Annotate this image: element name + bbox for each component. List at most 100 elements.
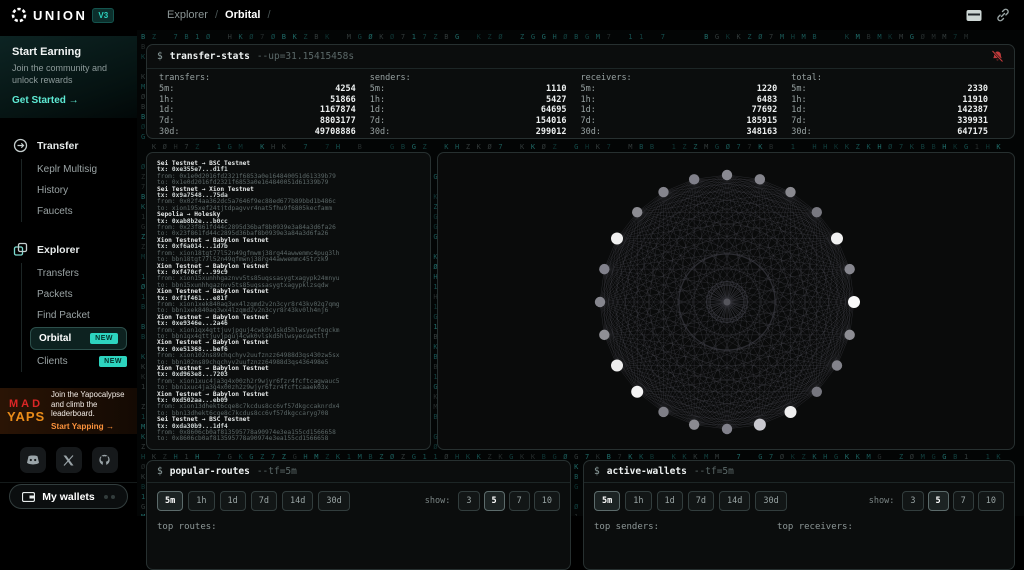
transaction-entry[interactable]: Xion Testnet → Babylon Testnettx: 0xe513…: [157, 340, 420, 366]
orbital-graph-panel[interactable]: [437, 152, 1015, 450]
github-button[interactable]: [92, 447, 118, 473]
transaction-entry[interactable]: Sei Testnet → BSC Testnettx: 0xda30b9...…: [157, 417, 420, 443]
routes-show-5[interactable]: 5: [484, 491, 505, 511]
orbital-chain-node-22[interactable]: [658, 187, 668, 197]
wallets-show-3[interactable]: 3: [902, 491, 923, 511]
orbital-chain-node-5[interactable]: [844, 264, 854, 274]
routes-timeframe-7d[interactable]: 7d: [251, 491, 277, 511]
wallets-timeframe-7d[interactable]: 7d: [688, 491, 714, 511]
transaction-entry[interactable]: Xion Testnet → Babylon Testnettx: 0xf6a0…: [157, 238, 420, 264]
wallets-timeframe-1h[interactable]: 1h: [625, 491, 651, 511]
sidebar-item-find-packet[interactable]: Find Packet: [22, 305, 137, 326]
wallet-icon[interactable]: [966, 9, 982, 22]
wallets-show-5[interactable]: 5: [928, 491, 949, 511]
orbital-chain-node-7[interactable]: [844, 330, 854, 340]
wallets-show-10[interactable]: 10: [978, 491, 1004, 511]
sidebar-item-packets[interactable]: Packets: [22, 284, 137, 305]
orbital-chain-node-19[interactable]: [599, 264, 609, 274]
transaction-entry[interactable]: Sepolia → Holeskytx: 0xab8b2e...b0ccfrom…: [157, 212, 420, 238]
routes-show-7[interactable]: 7: [509, 491, 530, 511]
breadcrumb-separator: /: [215, 9, 218, 21]
sidebar-item-clients[interactable]: ClientsNEW: [22, 351, 137, 372]
routes-timeframe-1h[interactable]: 1h: [188, 491, 214, 511]
orbital-chain-node-9[interactable]: [812, 387, 822, 397]
orbital-chain-node-16[interactable]: [611, 360, 623, 372]
orbital-network-graph[interactable]: [438, 153, 1014, 449]
link-icon[interactable]: [996, 8, 1010, 22]
sidebar-item-label: Find Packet: [37, 310, 90, 321]
stats-timeframe: 1d:: [791, 105, 806, 116]
nav-section-header-transfer[interactable]: Transfer: [0, 132, 137, 159]
orbital-chain-node-17[interactable]: [599, 330, 609, 340]
breadcrumb-orbital[interactable]: Orbital: [225, 9, 260, 21]
x-twitter-button[interactable]: [56, 447, 82, 473]
orbital-chain-node-13[interactable]: [689, 419, 699, 429]
stats-timeframe: 1d:: [159, 105, 174, 116]
stats-row: 1h:6483: [581, 95, 778, 106]
sidebar-item-keplr-multisig[interactable]: Keplr Multisig: [22, 159, 137, 180]
orbital-chain-node-3[interactable]: [812, 207, 822, 217]
orbital-chain-node-12[interactable]: [722, 424, 732, 434]
stats-timeframe: 5m:: [581, 84, 596, 95]
sidebar-item-faucets[interactable]: Faucets: [22, 201, 137, 222]
orbital-chain-node-4[interactable]: [831, 233, 843, 245]
mad-yaps-banner[interactable]: MAD YAPS Join the Yapocalypse and climb …: [0, 388, 137, 434]
transaction-entry[interactable]: Sei Testnet → Xion Testnettx: 0x9a7548..…: [157, 187, 420, 213]
wallets-timeframe-30d[interactable]: 30d: [755, 491, 786, 511]
routes-timeframe-5m[interactable]: 5m: [157, 491, 183, 511]
stats-command: transfer-stats: [170, 51, 250, 62]
orbital-chain-node-1[interactable]: [755, 174, 765, 184]
union-logo-icon: [10, 6, 28, 24]
stats-value: 142387: [957, 105, 988, 116]
transaction-entry[interactable]: Sei Testnet → BSC Testnettx: 0xe355e7...…: [157, 161, 420, 187]
notifications-muted-icon[interactable]: [991, 50, 1004, 63]
orbital-chain-node-21[interactable]: [632, 207, 642, 217]
wallets-timeframe-1d[interactable]: 1d: [657, 491, 683, 511]
breadcrumb-explorer[interactable]: Explorer: [167, 9, 208, 21]
routes-show-10[interactable]: 10: [534, 491, 560, 511]
wallets-timeframe-5m[interactable]: 5m: [594, 491, 620, 511]
orbital-chain-node-14[interactable]: [658, 407, 668, 417]
start-yapping-link[interactable]: Start Yapping →: [51, 422, 130, 432]
orbital-hub-node[interactable]: [724, 299, 731, 306]
get-started-link[interactable]: Get Started →: [12, 95, 125, 106]
orbital-chain-node-0[interactable]: [722, 170, 732, 180]
orbital-chain-node-10[interactable]: [785, 406, 797, 418]
routes-timeframe-1d[interactable]: 1d: [220, 491, 246, 511]
orbital-chain-node-11[interactable]: [754, 419, 766, 431]
top-bar: UNION V3 Explorer / Orbital /: [0, 0, 1024, 30]
routes-timeframe-30d[interactable]: 30d: [318, 491, 349, 511]
orbital-chain-node-23[interactable]: [689, 174, 699, 184]
orbital-chain-node-2[interactable]: [785, 187, 795, 197]
x-twitter-icon: [63, 455, 74, 466]
wallets-show-7[interactable]: 7: [953, 491, 974, 511]
sidebar-item-transfers[interactable]: Transfers: [22, 263, 137, 284]
top-routes-label: top routes:: [157, 522, 217, 532]
union-logo[interactable]: UNION V3: [0, 6, 137, 24]
orbital-chain-node-18[interactable]: [595, 297, 605, 307]
discord-button[interactable]: [20, 447, 46, 473]
nav-section-header-explorer[interactable]: Explorer: [0, 236, 137, 263]
stats-row: 30d:49708886: [159, 127, 356, 138]
routes-timeframe-14d[interactable]: 14d: [282, 491, 313, 511]
orbital-chain-node-8[interactable]: [832, 360, 842, 370]
transactions-list[interactable]: Sei Testnet → BSC Testnettx: 0xe355e7...…: [147, 153, 430, 450]
transaction-entry[interactable]: Xion Testnet → Babylon Testnettx: 0xe934…: [157, 315, 420, 341]
orbital-chain-node-20[interactable]: [611, 233, 623, 245]
sidebar-item-history[interactable]: History: [22, 180, 137, 201]
transaction-entry[interactable]: Xion Testnet → Babylon Testnettx: 0xf1f4…: [157, 289, 420, 315]
wallets-timeframe-14d[interactable]: 14d: [719, 491, 750, 511]
sidebar-item-orbital[interactable]: OrbitalNEW: [30, 327, 127, 350]
wallet-small-icon: [22, 492, 35, 502]
orbital-chain-node-6[interactable]: [848, 296, 860, 308]
stats-row: 7d:154016: [370, 116, 567, 127]
stats-value: 49708886: [315, 127, 356, 138]
routes-show-3[interactable]: 3: [458, 491, 479, 511]
transaction-entry[interactable]: Xion Testnet → Babylon Testnettx: 0xd963…: [157, 366, 420, 392]
discord-icon: [26, 455, 40, 466]
transaction-entry[interactable]: Xion Testnet → Babylon Testnettx: 0xf470…: [157, 264, 420, 290]
transaction-entry[interactable]: Xion Testnet → Babylon Testnettx: 0xd502…: [157, 392, 420, 418]
stats-group-label: senders:: [370, 73, 411, 84]
my-wallets-button[interactable]: My wallets: [9, 484, 128, 509]
orbital-chain-node-15[interactable]: [631, 386, 643, 398]
